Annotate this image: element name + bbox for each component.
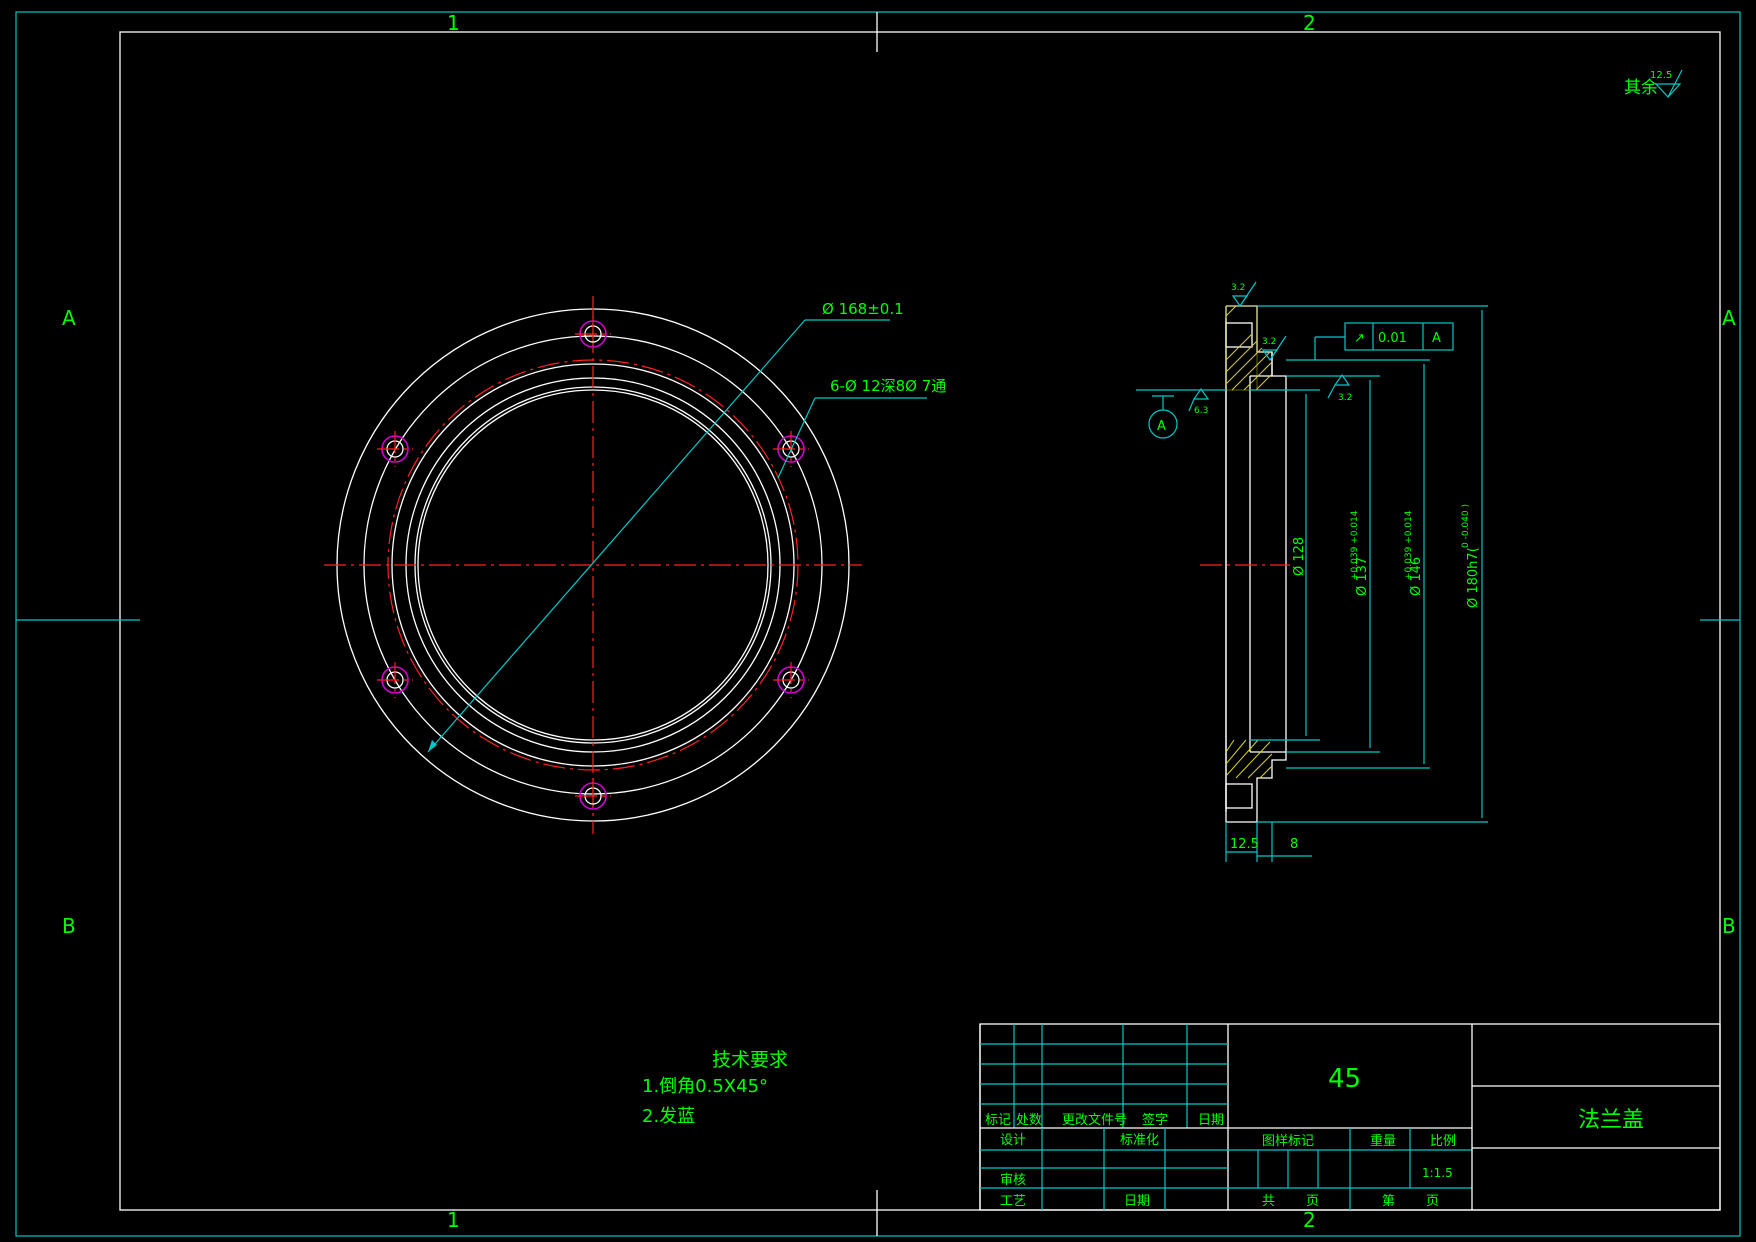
section-hatch-top — [1225, 305, 1273, 391]
scale-label: 比例 — [1430, 1134, 1456, 1149]
date-label: 日期 — [1124, 1194, 1150, 1209]
rev-header-count: 处数 — [1016, 1113, 1042, 1128]
dim-d137-tol: +0.039 +0.014 — [1350, 510, 1360, 580]
rev-header-mark: 标记 — [985, 1113, 1011, 1128]
title-block: 45 法兰盖 标记 处数 更改文件号 签字 日期 设计 标准化 审核 工艺 日期… — [979, 1023, 1721, 1211]
roughness-right: 3.2 — [1338, 393, 1352, 403]
sheets-label: 页 — [1306, 1194, 1319, 1209]
datum-a-label: A — [1157, 419, 1166, 434]
stage-mark-label: 图样标记 — [1262, 1134, 1314, 1149]
fcf-tolerance: 0.01 — [1378, 331, 1407, 346]
roughness-mid: 3.2 — [1262, 337, 1276, 347]
process-label: 工艺 — [1000, 1194, 1026, 1209]
material: 45 — [1328, 1064, 1361, 1094]
zone-right-b: B — [1722, 914, 1736, 938]
zone-left-a: A — [62, 306, 76, 330]
roughness-datum: 6.3 — [1194, 406, 1208, 416]
tech-req-title: 技术要求 — [712, 1049, 788, 1071]
review-label: 审核 — [1000, 1173, 1026, 1188]
zone-top-1: 1 — [447, 11, 460, 35]
tech-req-item-2: 2.发蓝 — [642, 1106, 695, 1127]
holes-dimension: 6-Ø 12深8Ø 7通 — [830, 377, 946, 395]
rev-header-doc: 更改文件号 — [1062, 1113, 1127, 1128]
inner-frame — [119, 31, 1721, 1211]
dim-d128: Ø 128 — [1292, 537, 1307, 576]
front-view: Ø 168±0.1 6-Ø 12深8Ø 7通 — [324, 296, 946, 834]
bcd-dimension: Ø 168±0.1 — [822, 300, 904, 318]
design-label: 设计 — [1000, 1133, 1026, 1148]
drawing-canvas: 1 2 1 2 A B A B 其余 12.5 Ø 168±0.1 6-Ø 12… — [15, 11, 1741, 1237]
dim-d180-tol: 0 -0.040 ) — [1461, 504, 1471, 548]
sheet-no-label: 第 — [1382, 1194, 1395, 1209]
page-label: 页 — [1426, 1194, 1439, 1209]
feature-control-frame: ↗ 0.01 A — [1314, 322, 1454, 360]
bcd-leader — [427, 319, 806, 753]
zone-bottom-1: 1 — [447, 1208, 460, 1232]
rev-header-sign: 签字 — [1142, 1112, 1168, 1128]
total-label: 共 — [1262, 1194, 1275, 1209]
bolt-hole — [575, 316, 611, 352]
zone-top-2: 2 — [1303, 11, 1316, 35]
section-profile — [1225, 305, 1287, 823]
rev-header-date: 日期 — [1198, 1113, 1224, 1128]
dim-8: 8 — [1290, 837, 1298, 852]
tech-req-item-1: 1.倒角0.5X45° — [642, 1076, 768, 1097]
zone-right-a: A — [1722, 306, 1736, 330]
dim-12-5: 12.5 — [1230, 837, 1259, 852]
bolt-hole — [377, 662, 413, 698]
surface-note-value: 12.5 — [1650, 70, 1672, 81]
bolt-hole — [773, 662, 809, 698]
scale-value: 1:1.5 — [1422, 1166, 1453, 1180]
side-view: Ø 128 Ø 137 +0.039 +0.014 Ø 146 +0.039 +… — [1136, 281, 1488, 862]
roughness-top: 3.2 — [1231, 283, 1245, 293]
standardize-label: 标准化 — [1120, 1133, 1159, 1148]
section-hatch-bottom — [1225, 739, 1273, 779]
dim-d180: Ø 180h7( — [1466, 547, 1481, 608]
dim-d146-tol: +0.039 +0.014 — [1404, 510, 1414, 580]
bolt-hole — [377, 431, 413, 467]
bolt-hole — [575, 778, 611, 814]
zone-bottom-2: 2 — [1303, 1208, 1316, 1232]
fcf-symbol: ↗ — [1354, 331, 1365, 346]
part-name: 法兰盖 — [1578, 1108, 1644, 1133]
weight-label: 重量 — [1370, 1133, 1396, 1149]
zone-left-b: B — [62, 914, 76, 938]
fcf-datum: A — [1432, 331, 1441, 346]
surface-note-text: 其余 — [1624, 78, 1658, 98]
